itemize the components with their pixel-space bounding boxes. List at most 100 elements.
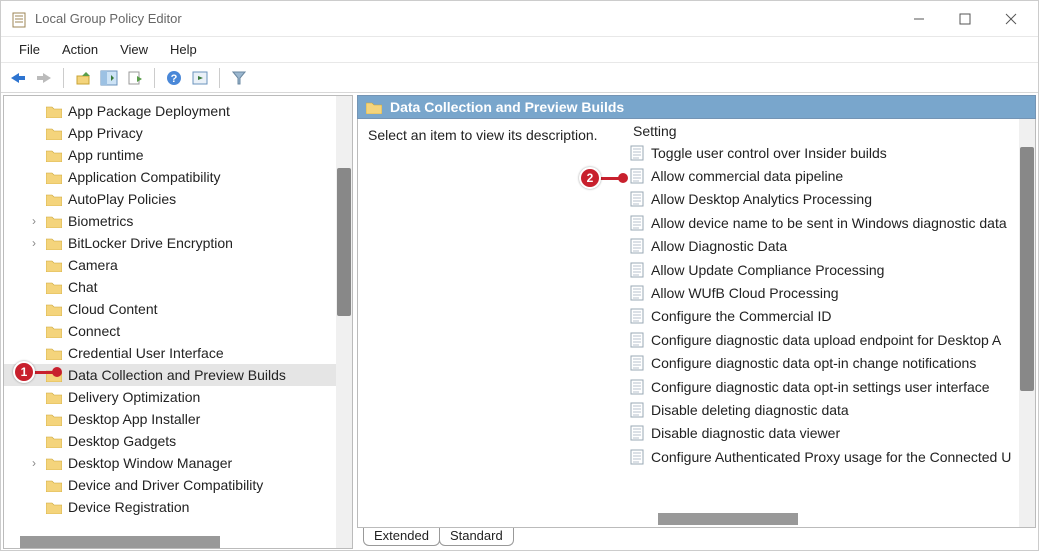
folder-icon	[46, 457, 62, 470]
forward-button[interactable]	[33, 67, 55, 89]
tree-item[interactable]: Delivery Optimization	[4, 386, 352, 408]
tree-item[interactable]: Device Registration	[4, 496, 352, 518]
right-vscrollbar[interactable]	[1019, 119, 1035, 527]
settings-column: Setting Toggle user control over Insider…	[623, 119, 1035, 527]
export-list-button[interactable]	[124, 67, 146, 89]
setting-item[interactable]: Allow WUfB Cloud Processing	[623, 281, 1035, 304]
left-vscrollbar[interactable]	[336, 96, 352, 548]
tree-item-label: Delivery Optimization	[68, 389, 200, 405]
tree-item-label: Credential User Interface	[68, 345, 224, 361]
folder-icon	[46, 435, 62, 448]
setting-item[interactable]: Allow Desktop Analytics Processing	[623, 188, 1035, 211]
left-hscroll-thumb[interactable]	[20, 536, 220, 548]
setting-item[interactable]: Allow device name to be sent in Windows …	[623, 211, 1035, 234]
left-vscroll-thumb[interactable]	[337, 168, 351, 316]
folder-icon	[46, 325, 62, 338]
setting-column-header[interactable]: Setting	[623, 119, 1035, 141]
settings-list[interactable]: Toggle user control over Insider builds A…	[623, 141, 1035, 468]
folder-icon	[46, 105, 62, 118]
tree-item[interactable]: Connect	[4, 320, 352, 342]
setting-item-label: Allow Desktop Analytics Processing	[651, 191, 872, 207]
tree-item[interactable]: Application Compatibility	[4, 166, 352, 188]
tree-item[interactable]: Desktop Gadgets	[4, 430, 352, 452]
setting-item[interactable]: Disable deleting diagnostic data	[623, 398, 1035, 421]
tree-item[interactable]: Biometrics	[4, 210, 352, 232]
setting-item[interactable]: Configure the Commercial ID	[623, 305, 1035, 328]
setting-item-label: Configure diagnostic data upload endpoin…	[651, 332, 1001, 348]
toolbar-separator	[154, 68, 155, 88]
setting-item[interactable]: Configure Authenticated Proxy usage for …	[623, 445, 1035, 468]
up-button[interactable]	[72, 67, 94, 89]
policy-tree[interactable]: App Package Deployment App Privacy App run…	[4, 96, 352, 522]
menu-help[interactable]: Help	[160, 40, 207, 59]
menu-view[interactable]: View	[110, 40, 158, 59]
tab-standard[interactable]: Standard	[439, 527, 514, 546]
details-pane: Data Collection and Preview Builds Selec…	[357, 95, 1036, 549]
setting-item[interactable]: Configure diagnostic data upload endpoin…	[623, 328, 1035, 351]
setting-item[interactable]: Allow Update Compliance Processing	[623, 258, 1035, 281]
policy-icon	[629, 238, 645, 254]
setting-item[interactable]: Configure diagnostic data opt-in setting…	[623, 375, 1035, 398]
policy-icon	[629, 191, 645, 207]
app-icon	[11, 10, 29, 28]
toolbar-separator	[63, 68, 64, 88]
title-bar: Local Group Policy Editor	[1, 1, 1038, 37]
description-text: Select an item to view its description.	[368, 127, 613, 143]
folder-icon	[46, 501, 62, 514]
tree-item-label: Application Compatibility	[68, 169, 221, 185]
menu-file[interactable]: File	[9, 40, 50, 59]
folder-icon	[46, 413, 62, 426]
tree-item[interactable]: BitLocker Drive Encryption	[4, 232, 352, 254]
setting-item-label: Allow device name to be sent in Windows …	[651, 215, 1007, 231]
folder-icon	[46, 479, 62, 492]
tree-item-label: Desktop Window Manager	[68, 455, 232, 471]
tree-item[interactable]: App Package Deployment	[4, 100, 352, 122]
tree-item[interactable]: Device and Driver Compatibility	[4, 474, 352, 496]
tree-item[interactable]: Camera	[4, 254, 352, 276]
close-button[interactable]	[988, 2, 1034, 36]
annotation-dot-2	[618, 173, 628, 183]
tree-item[interactable]: AutoPlay Policies	[4, 188, 352, 210]
tree-item[interactable]: Chat	[4, 276, 352, 298]
right-vscroll-thumb[interactable]	[1020, 147, 1034, 391]
properties-button[interactable]	[189, 67, 211, 89]
tree-item[interactable]: Credential User Interface	[4, 342, 352, 364]
tree-item-label: Desktop Gadgets	[68, 433, 176, 449]
setting-item-label: Configure diagnostic data opt-in change …	[651, 355, 976, 371]
setting-item[interactable]: Toggle user control over Insider builds	[623, 141, 1035, 164]
tab-extended[interactable]: Extended	[363, 527, 440, 546]
tree-item[interactable]: Desktop Window Manager	[4, 452, 352, 474]
folder-icon	[46, 193, 62, 206]
toolbar-separator	[219, 68, 220, 88]
tree-item[interactable]: Desktop App Installer	[4, 408, 352, 430]
policy-icon	[629, 449, 645, 465]
tree-item[interactable]: App runtime	[4, 144, 352, 166]
minimize-button[interactable]	[896, 2, 942, 36]
folder-icon	[46, 303, 62, 316]
setting-item[interactable]: Disable diagnostic data viewer	[623, 422, 1035, 445]
filter-button[interactable]	[228, 67, 250, 89]
tree-item-label: Connect	[68, 323, 120, 339]
policy-icon	[629, 285, 645, 301]
setting-item[interactable]: Allow commercial data pipeline	[623, 164, 1035, 187]
policy-icon	[629, 355, 645, 371]
menu-action[interactable]: Action	[52, 40, 108, 59]
folder-icon	[46, 171, 62, 184]
tree-item[interactable]: App Privacy	[4, 122, 352, 144]
maximize-button[interactable]	[942, 2, 988, 36]
policy-icon	[629, 332, 645, 348]
show-hide-tree-button[interactable]	[98, 67, 120, 89]
policy-icon	[629, 425, 645, 441]
right-hscroll-thumb[interactable]	[658, 513, 798, 525]
help-button[interactable]: ?	[163, 67, 185, 89]
tree-item-label: BitLocker Drive Encryption	[68, 235, 233, 251]
setting-item[interactable]: Allow Diagnostic Data	[623, 235, 1035, 258]
policy-icon	[629, 308, 645, 324]
policy-icon	[629, 215, 645, 231]
tree-item[interactable]: Cloud Content	[4, 298, 352, 320]
back-button[interactable]	[7, 67, 29, 89]
tree-item-label: App Privacy	[68, 125, 143, 141]
setting-item-label: Disable deleting diagnostic data	[651, 402, 849, 418]
setting-item[interactable]: Configure diagnostic data opt-in change …	[623, 352, 1035, 375]
setting-item-label: Toggle user control over Insider builds	[651, 145, 887, 161]
